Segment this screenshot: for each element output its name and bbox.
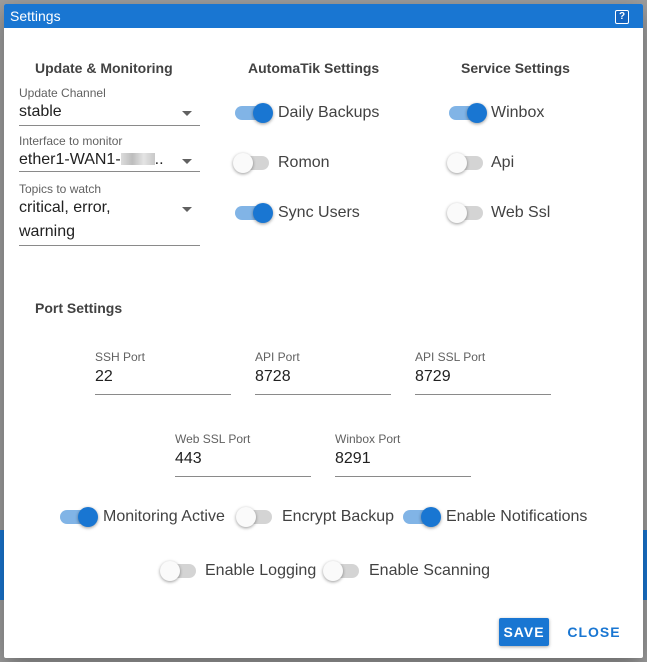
update-channel-value: stable	[19, 103, 62, 120]
chevron-down-icon	[182, 159, 192, 164]
switch-thumb	[467, 103, 487, 123]
enable-scanning-label: Enable Scanning	[369, 562, 490, 579]
update-channel-label: Update Channel	[19, 86, 106, 100]
enable-logging-label: Enable Logging	[205, 562, 317, 579]
enable-scanning-switch[interactable]	[323, 561, 361, 581]
encrypt-backup-switch[interactable]	[236, 507, 274, 527]
topics-value-line2: warning	[19, 223, 76, 240]
save-button[interactable]: SAVE	[499, 618, 549, 646]
field-underline	[175, 476, 311, 477]
switch-thumb	[323, 561, 343, 581]
service-settings-heading: Service Settings	[461, 60, 570, 76]
field-underline	[19, 245, 200, 246]
api-port-value: 8728	[255, 368, 291, 385]
enable-logging-switch[interactable]	[160, 561, 198, 581]
sync-users-label: Sync Users	[278, 204, 360, 221]
automatik-heading: AutomaTik Settings	[248, 60, 380, 76]
topics-select[interactable]: Topics to watch critical, error, warning	[19, 182, 200, 246]
field-underline	[19, 125, 200, 126]
topics-label: Topics to watch	[19, 182, 102, 196]
romon-label: Romon	[278, 154, 330, 171]
switch-thumb	[447, 203, 467, 223]
switch-thumb	[236, 507, 256, 527]
field-underline	[19, 171, 200, 172]
ssh-port-field[interactable]: SSH Port 22	[95, 350, 231, 395]
api-label: Api	[491, 154, 515, 171]
winbox-switch[interactable]	[449, 103, 487, 123]
monitoring-active-label: Monitoring Active	[103, 508, 225, 525]
winbox-label: Winbox	[491, 104, 545, 121]
port-settings-heading: Port Settings	[35, 300, 123, 316]
settings-dialog: Settings ? Update & Monitoring Update Ch…	[4, 4, 643, 658]
winbox-port-field[interactable]: Winbox Port 8291	[335, 432, 471, 477]
help-icon[interactable]: ?	[615, 10, 629, 24]
web-ssl-label: Web Ssl	[491, 204, 551, 221]
api-ssl-port-value: 8729	[415, 368, 451, 385]
winbox-port-value: 8291	[335, 450, 371, 467]
monitoring-active-switch[interactable]	[60, 507, 98, 527]
enable-notifications-switch[interactable]	[403, 507, 441, 527]
interface-value-suffix: ..	[154, 151, 164, 168]
update-channel-select[interactable]: Update Channel stable	[19, 86, 200, 126]
interface-select[interactable]: Interface to monitor ether1-WAN1-..	[19, 134, 200, 172]
field-underline	[255, 394, 391, 395]
field-underline	[335, 476, 471, 477]
switch-thumb	[233, 153, 253, 173]
web-ssl-port-value: 443	[175, 450, 202, 467]
winbox-port-label: Winbox Port	[335, 432, 401, 446]
chevron-down-icon	[182, 111, 192, 116]
ssh-port-label: SSH Port	[95, 350, 146, 364]
switch-thumb	[447, 153, 467, 173]
api-port-label: API Port	[255, 350, 300, 364]
dialog-title: Settings	[10, 8, 61, 24]
api-port-field[interactable]: API Port 8728	[255, 350, 391, 395]
api-ssl-port-field[interactable]: API SSL Port 8729	[415, 350, 551, 395]
interface-value-prefix: ether1-WAN1-	[19, 151, 121, 168]
switch-thumb	[78, 507, 98, 527]
interface-value: ether1-WAN1-..	[19, 148, 164, 172]
field-underline	[95, 394, 231, 395]
daily-backups-switch[interactable]	[235, 103, 273, 123]
sync-users-switch[interactable]	[235, 203, 273, 223]
api-switch[interactable]	[447, 153, 485, 173]
update-monitoring-heading: Update & Monitoring	[35, 60, 173, 76]
api-ssl-port-label: API SSL Port	[415, 350, 486, 364]
switch-thumb	[160, 561, 180, 581]
daily-backups-label: Daily Backups	[278, 104, 380, 121]
web-ssl-port-field[interactable]: Web SSL Port 443	[175, 432, 311, 477]
romon-switch[interactable]	[233, 153, 271, 173]
ssh-port-value: 22	[95, 368, 113, 385]
dialog-titlebar: Settings ?	[4, 4, 643, 28]
web-ssl-switch[interactable]	[447, 203, 485, 223]
topics-value-line1: critical, error,	[19, 199, 111, 216]
redacted-text	[120, 153, 155, 165]
switch-thumb	[253, 203, 273, 223]
close-button[interactable]: CLOSE	[562, 618, 626, 646]
switch-thumb	[421, 507, 441, 527]
chevron-down-icon	[182, 207, 192, 212]
enable-notifications-label: Enable Notifications	[446, 508, 588, 525]
interface-label: Interface to monitor	[19, 134, 123, 148]
web-ssl-port-label: Web SSL Port	[175, 432, 251, 446]
switch-thumb	[253, 103, 273, 123]
field-underline	[415, 394, 551, 395]
encrypt-backup-label: Encrypt Backup	[282, 508, 395, 525]
